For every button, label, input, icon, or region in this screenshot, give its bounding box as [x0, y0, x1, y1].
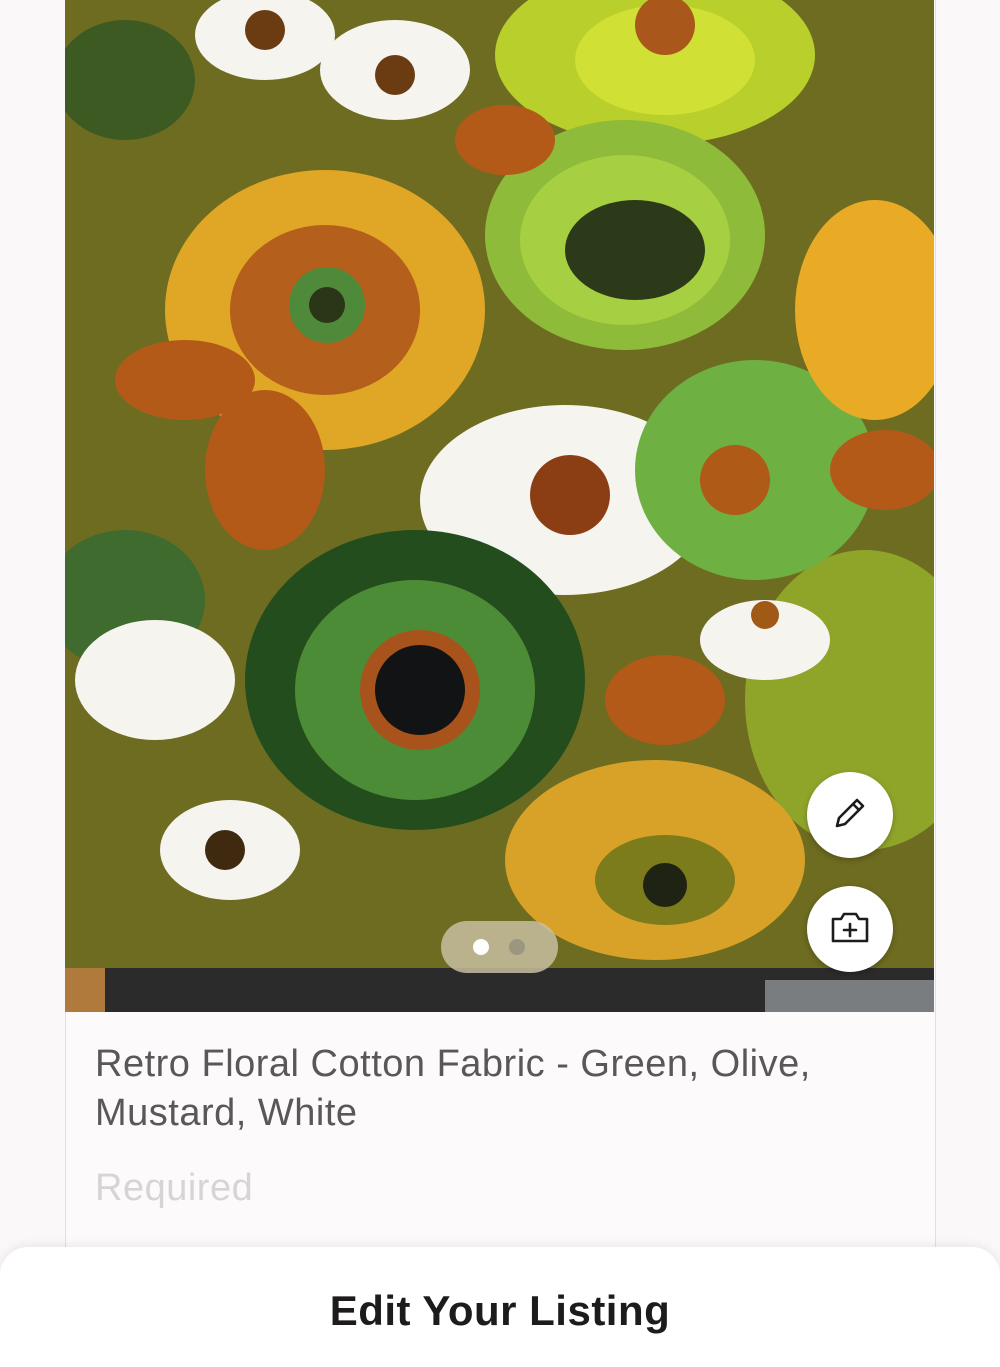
listing-photo[interactable]	[65, 0, 934, 1012]
add-photo-button[interactable]	[807, 886, 893, 972]
pager-dot-active[interactable]	[473, 939, 489, 955]
sheet-title: Edit Your Listing	[329, 1287, 671, 1334]
camera-add-icon	[828, 907, 872, 952]
pager-dot[interactable]	[509, 939, 525, 955]
edit-photo-button[interactable]	[807, 772, 893, 858]
description-field[interactable]: Required	[95, 1167, 253, 1210]
pencil-icon	[830, 793, 870, 838]
listing-title[interactable]: Retro Floral Cotton Fabric - Green, Oliv…	[95, 1040, 895, 1138]
photo-pager[interactable]	[441, 921, 558, 973]
